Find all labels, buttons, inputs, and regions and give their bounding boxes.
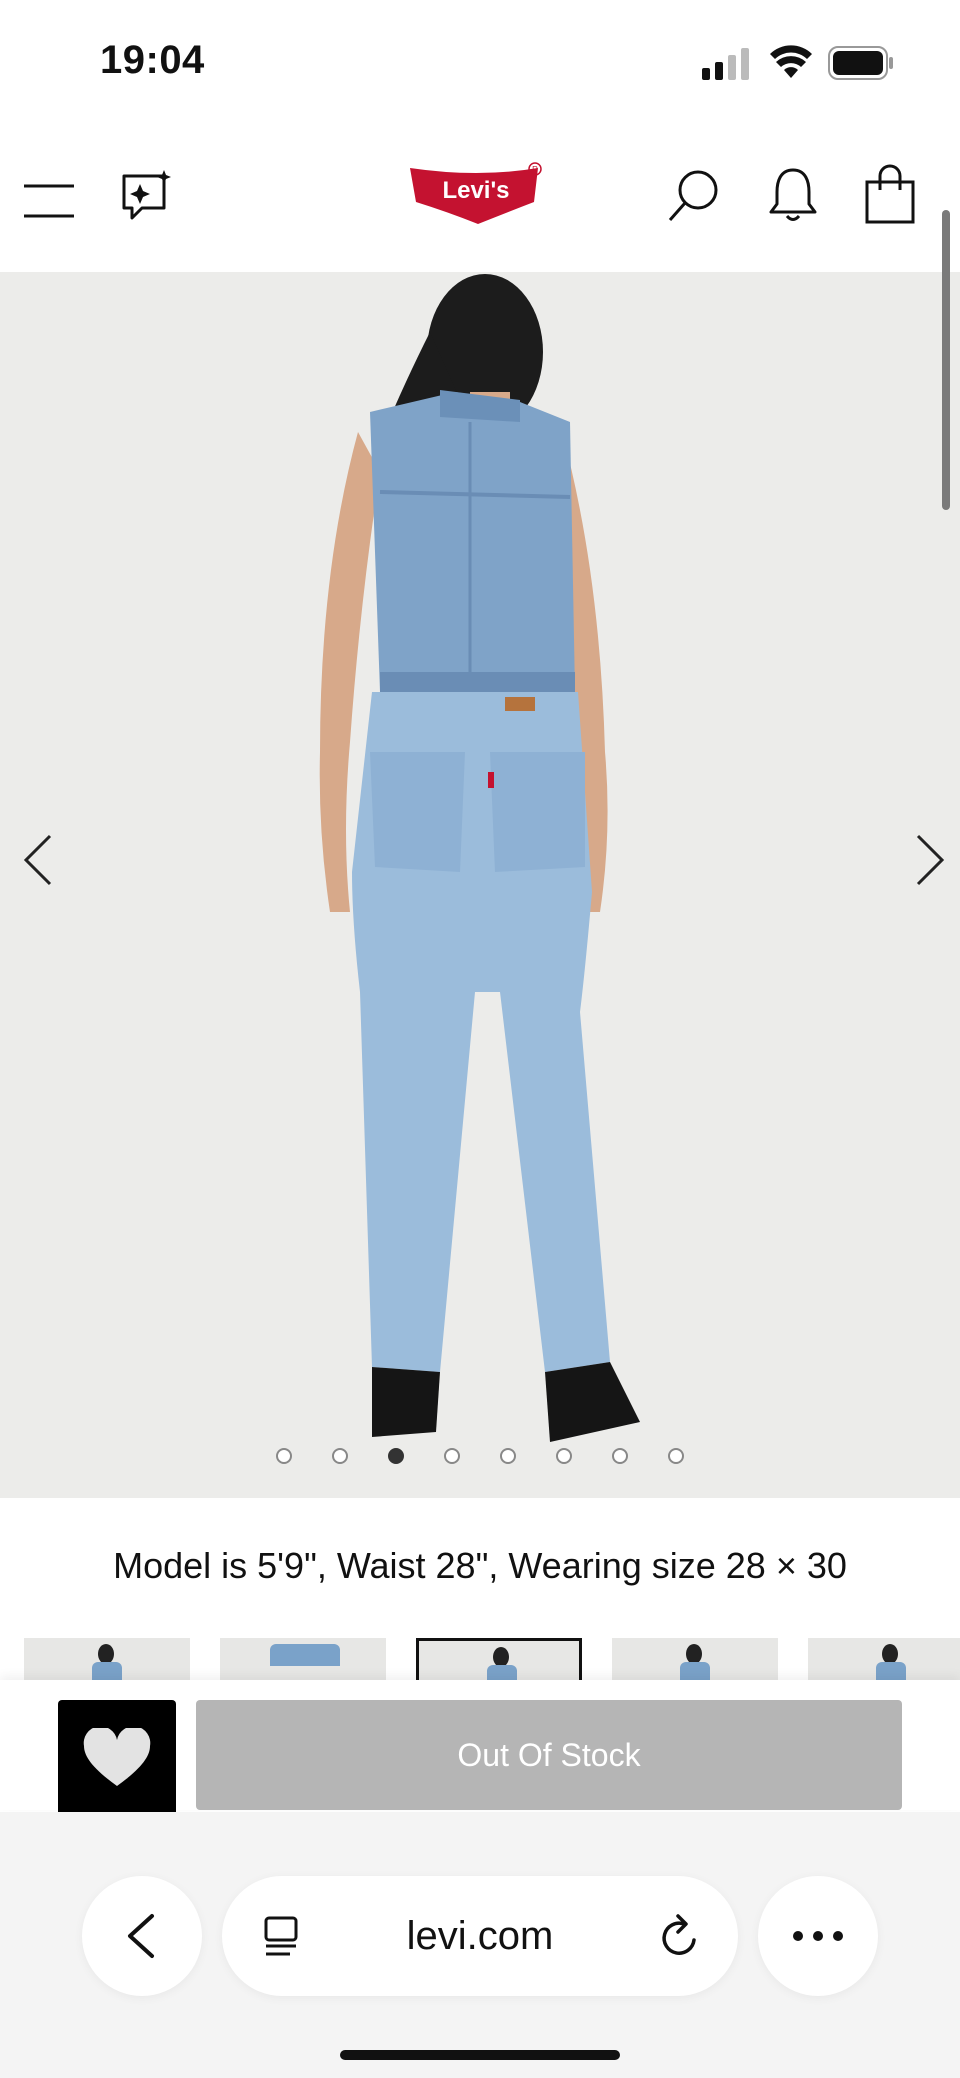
carousel-dot[interactable]: [332, 1448, 348, 1464]
site-header: Levi's R: [0, 140, 960, 272]
ai-sparkle-icon[interactable]: [120, 168, 176, 224]
thumbnail-active[interactable]: [416, 1638, 582, 1680]
ellipsis-icon: [793, 1931, 843, 1941]
more-options-button[interactable]: [758, 1876, 878, 1996]
status-time: 19:04: [100, 38, 205, 82]
svg-text:R: R: [532, 165, 538, 174]
product-image-carousel[interactable]: [0, 272, 960, 1498]
wifi-icon: [770, 45, 812, 78]
carousel-dots: [0, 1448, 960, 1472]
battery-icon: [828, 46, 893, 80]
product-photo: [319, 274, 640, 1442]
thumbnail[interactable]: [220, 1638, 386, 1680]
browser-back-button[interactable]: [82, 1876, 202, 1996]
out-of-stock-button[interactable]: Out Of Stock: [196, 1700, 902, 1810]
reload-icon[interactable]: [656, 1910, 704, 1962]
page-scrollbar[interactable]: [942, 210, 950, 510]
svg-text:Levi's: Levi's: [442, 177, 509, 204]
home-indicator: [340, 2050, 620, 2060]
thumbnail-strip: [24, 1638, 960, 1680]
carousel-dot[interactable]: [444, 1448, 460, 1464]
carousel-dot[interactable]: [500, 1448, 516, 1464]
thumbnail[interactable]: [24, 1638, 190, 1680]
carousel-dot[interactable]: [276, 1448, 292, 1464]
wishlist-button[interactable]: [58, 1700, 176, 1818]
cellular-signal-icon: [702, 48, 749, 80]
carousel-dot[interactable]: [556, 1448, 572, 1464]
previous-image-arrow-icon[interactable]: [18, 830, 58, 890]
shopping-bag-icon[interactable]: [864, 164, 916, 224]
thumbnail[interactable]: [808, 1638, 960, 1680]
heart-icon: [83, 1728, 151, 1786]
product-action-bar: Out Of Stock: [0, 1680, 960, 1818]
carousel-dot-active[interactable]: [388, 1448, 404, 1464]
next-image-arrow-icon[interactable]: [910, 830, 950, 890]
chevron-left-icon: [128, 1914, 154, 1958]
browser-toolbar: levi.com: [0, 1812, 960, 2078]
search-icon[interactable]: [666, 168, 722, 224]
address-bar[interactable]: levi.com: [222, 1876, 738, 1996]
model-size-note: Model is 5'9", Waist 28", Wearing size 2…: [113, 1545, 847, 1586]
menu-icon[interactable]: [22, 176, 78, 226]
carousel-dot[interactable]: [612, 1448, 628, 1464]
levis-logo[interactable]: Levi's R: [408, 162, 548, 226]
bell-icon[interactable]: [768, 166, 818, 224]
carousel-dot[interactable]: [668, 1448, 684, 1464]
thumbnail[interactable]: [612, 1638, 778, 1680]
